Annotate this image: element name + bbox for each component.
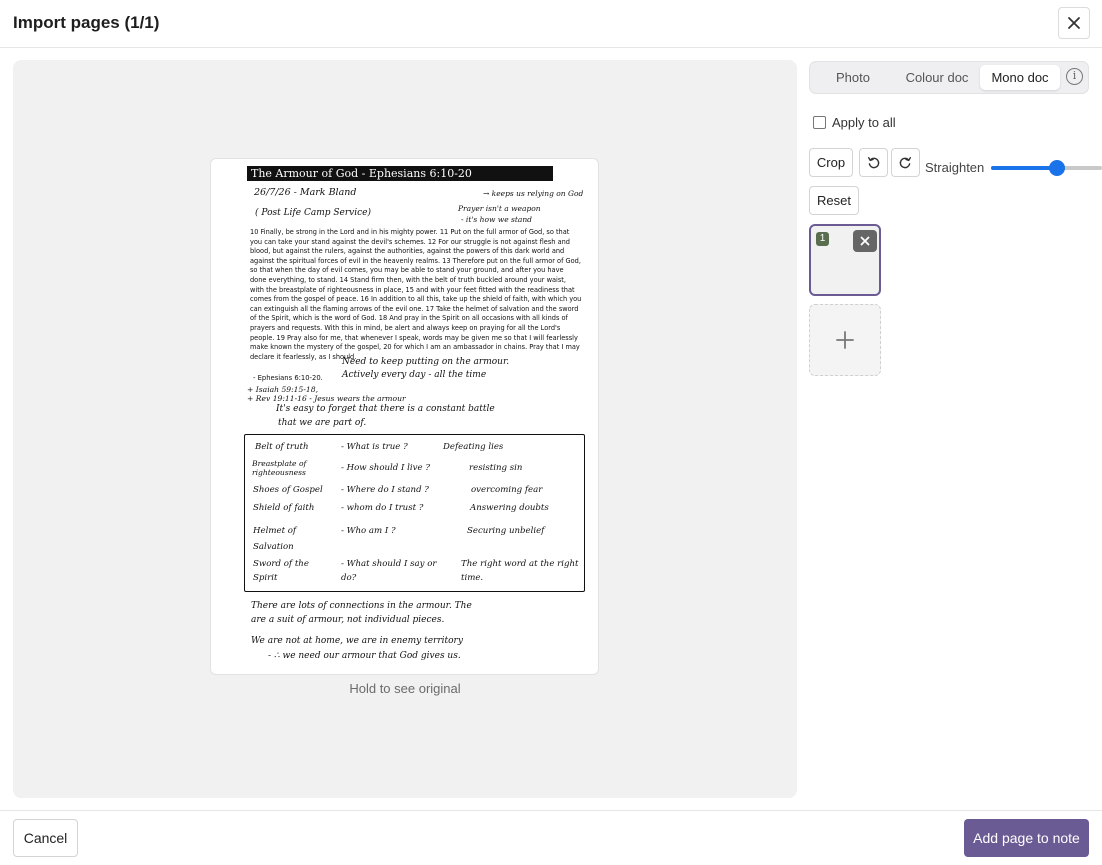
page-preview[interactable]: The Armour of God - Ephesians 6:10-20 26… xyxy=(210,158,599,675)
add-page-button[interactable] xyxy=(809,304,881,376)
close-icon xyxy=(860,236,870,246)
closing-4: - ∴ we need our armour that God gives us… xyxy=(268,651,461,661)
straighten-slider-fill xyxy=(991,166,1057,170)
remove-page-button[interactable] xyxy=(853,230,877,252)
dialog-title: Import pages (1/1) xyxy=(13,13,160,32)
page-thumbnail[interactable]: 1 xyxy=(809,224,881,296)
document-title: The Armour of God - Ephesians 6:10-20 xyxy=(247,166,553,181)
passage-reference: - Ephesians 6:10-20. xyxy=(253,374,323,382)
crop-button[interactable]: Crop xyxy=(809,148,853,177)
note-4: that we are part of. xyxy=(278,418,367,428)
note-right-2: Prayer isn't a weapon xyxy=(458,204,541,213)
tab-colour-doc[interactable]: Colour doc xyxy=(900,65,974,90)
cross-reference-1: + Isaiah 59:15-18, xyxy=(247,385,318,394)
close-icon xyxy=(1068,17,1080,29)
rotate-left-button[interactable] xyxy=(859,148,888,177)
note-2: Actively every day - all the time xyxy=(342,370,487,380)
apply-to-all-label: Apply to all xyxy=(832,115,896,130)
tab-photo[interactable]: Photo xyxy=(828,65,878,90)
date-line: 26/7/26 - Mark Bland xyxy=(254,187,357,198)
rotate-left-icon xyxy=(867,156,880,169)
hold-to-see-original-hint: Hold to see original xyxy=(349,681,461,696)
note-right-3: - it's how we stand xyxy=(461,215,532,224)
dialog-footer: Cancel Add page to note xyxy=(0,810,1102,865)
straighten-slider[interactable] xyxy=(991,160,1102,176)
rotate-right-icon xyxy=(899,156,912,169)
service-line: ( Post Life Camp Service) xyxy=(255,208,371,218)
dialog-header: Import pages (1/1) xyxy=(0,0,1102,48)
closing-3: We are not at home, we are in enemy terr… xyxy=(251,636,463,646)
close-button[interactable] xyxy=(1058,7,1090,39)
apply-to-all-checkbox[interactable] xyxy=(813,116,826,129)
closing-1: There are lots of connections in the arm… xyxy=(251,601,472,611)
straighten-label: Straighten xyxy=(925,160,985,175)
preview-area: The Armour of God - Ephesians 6:10-20 26… xyxy=(13,60,797,798)
cancel-button[interactable]: Cancel xyxy=(13,819,78,857)
tab-mono-doc[interactable]: Mono doc xyxy=(980,65,1060,90)
note-right-1: → keeps us relying on God xyxy=(483,189,584,198)
scanned-document: The Armour of God - Ephesians 6:10-20 26… xyxy=(211,159,598,674)
sidebar: Photo Colour doc Mono doc i Apply to all… xyxy=(809,61,1102,801)
mode-tabs: Photo Colour doc Mono doc i xyxy=(809,61,1089,94)
plus-icon xyxy=(836,331,854,349)
note-3: It's easy to forget that there is a cons… xyxy=(276,404,495,414)
info-icon[interactable]: i xyxy=(1066,68,1083,85)
page-number-badge: 1 xyxy=(816,232,829,246)
rotate-right-button[interactable] xyxy=(891,148,920,177)
cross-reference-2: + Rev 19:11-16 - Jesus wears the armour xyxy=(247,394,406,403)
add-page-to-note-button[interactable]: Add page to note xyxy=(964,819,1089,857)
apply-to-all: Apply to all xyxy=(813,115,896,130)
closing-2: are a suit of armour, not individual pie… xyxy=(251,615,445,625)
reset-button[interactable]: Reset xyxy=(809,186,859,215)
scripture-passage: 10 Finally, be strong in the Lord and in… xyxy=(250,228,582,361)
straighten-slider-thumb[interactable] xyxy=(1048,160,1065,176)
note-1: Need to keep putting on the armour. xyxy=(342,357,510,367)
armour-table: Belt of truth - What is true ? Defeating… xyxy=(244,434,585,592)
